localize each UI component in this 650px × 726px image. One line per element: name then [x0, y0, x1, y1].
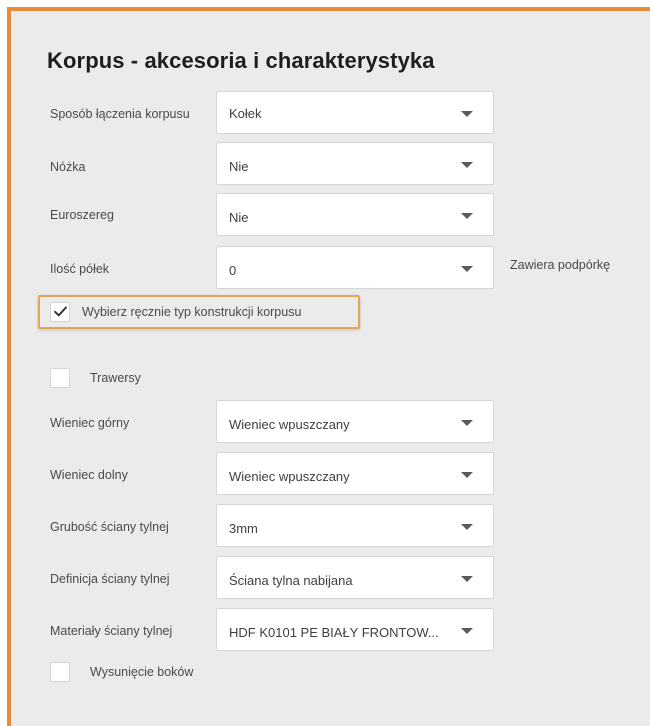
back-materials-value: HDF K0101 PE BIAŁY FRONTOW...: [229, 625, 439, 640]
bottom-crown-select[interactable]: Wieniec wpuszczany: [216, 452, 494, 495]
shelf-count-select[interactable]: 0: [216, 246, 494, 289]
leg-value: Nie: [229, 159, 249, 174]
sides-extension-label: Wysunięcie boków: [90, 665, 194, 679]
sides-extension-checkbox[interactable]: [50, 662, 70, 682]
chevron-down-icon: [461, 628, 473, 634]
chevron-down-icon: [461, 576, 473, 582]
chevron-down-icon: [461, 266, 473, 272]
connection-method-value: Kołek: [229, 106, 262, 121]
manual-construction-checkbox-row[interactable]: Wybierz ręcznie typ konstrukcji korpusu: [50, 302, 301, 322]
chevron-down-icon: [461, 111, 473, 117]
label-back-materials: Materiały ściany tylnej: [50, 624, 173, 638]
bottom-crown-value: Wieniec wpuszczany: [229, 469, 350, 484]
back-thickness-value: 3mm: [229, 521, 258, 536]
label-bottom-crown: Wieniec dolny: [50, 468, 128, 482]
label-top-crown: Wieniec górny: [50, 416, 130, 430]
shelf-count-value: 0: [229, 263, 237, 278]
shelf-support-note: Zawiera podpórkę: [510, 258, 611, 272]
chevron-down-icon: [461, 472, 473, 478]
trawersy-label: Trawersy: [90, 371, 141, 385]
top-crown-select[interactable]: Wieniec wpuszczany: [216, 400, 494, 443]
chevron-down-icon: [461, 162, 473, 168]
trawersy-checkbox-row[interactable]: Trawersy: [50, 368, 141, 388]
label-back-thickness: Grubość ściany tylnej: [50, 520, 169, 534]
label-connection-method: Sposób łączenia korpusu: [50, 107, 190, 121]
page-title: Korpus - akcesoria i charakterystyka: [47, 48, 435, 73]
label-shelf-count: Ilość półek: [50, 262, 110, 276]
back-thickness-select[interactable]: 3mm: [216, 504, 494, 547]
connection-method-select[interactable]: Kołek: [216, 91, 494, 134]
trawersy-checkbox[interactable]: [50, 368, 70, 388]
leg-select[interactable]: Nie: [216, 142, 494, 185]
chevron-down-icon: [461, 524, 473, 530]
label-euroszereg: Euroszereg: [50, 208, 114, 222]
back-definition-select[interactable]: Ściana tylna nabijana: [216, 556, 494, 599]
euroszereg-select[interactable]: Nie: [216, 193, 494, 236]
back-definition-value: Ściana tylna nabijana: [229, 573, 353, 588]
top-crown-value: Wieniec wpuszczany: [229, 417, 350, 432]
check-icon: [54, 306, 67, 317]
manual-construction-label: Wybierz ręcznie typ konstrukcji korpusu: [82, 305, 302, 319]
chevron-down-icon: [461, 213, 473, 219]
euroszereg-value: Nie: [229, 210, 249, 225]
chevron-down-icon: [461, 420, 473, 426]
back-materials-select[interactable]: HDF K0101 PE BIAŁY FRONTOW...: [216, 608, 494, 651]
label-leg: Nóżka: [50, 160, 86, 174]
label-back-definition: Definicja ściany tylnej: [50, 572, 170, 586]
sides-extension-checkbox-row[interactable]: Wysunięcie boków: [50, 662, 193, 682]
manual-construction-checkbox[interactable]: [50, 302, 70, 322]
